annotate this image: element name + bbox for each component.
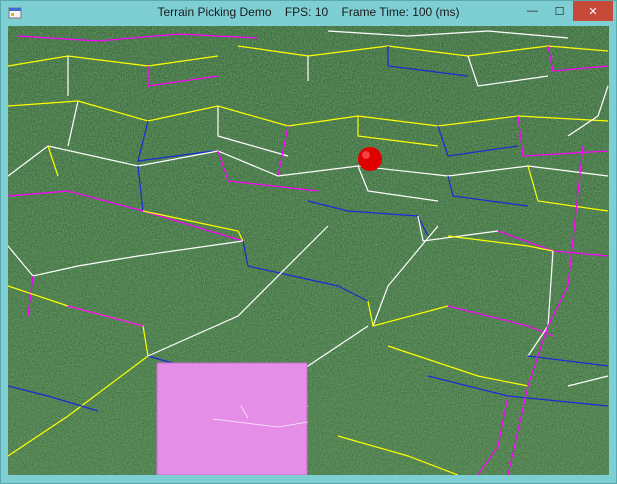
app-window: Terrain Picking Demo FPS: 10 Frame Time:… (0, 0, 617, 484)
render-viewport[interactable] (8, 26, 609, 475)
title-bar[interactable]: Terrain Picking Demo FPS: 10 Frame Time:… (1, 1, 616, 25)
marker-highlight (362, 151, 370, 159)
minimap[interactable] (156, 362, 309, 475)
terrain-scene (8, 26, 609, 475)
maximize-button[interactable]: ☐ (546, 1, 573, 21)
close-button[interactable]: ✕ (573, 1, 613, 21)
grass-texture (8, 26, 609, 475)
picked-point-marker (358, 147, 382, 171)
minimize-button[interactable]: — (519, 1, 546, 21)
